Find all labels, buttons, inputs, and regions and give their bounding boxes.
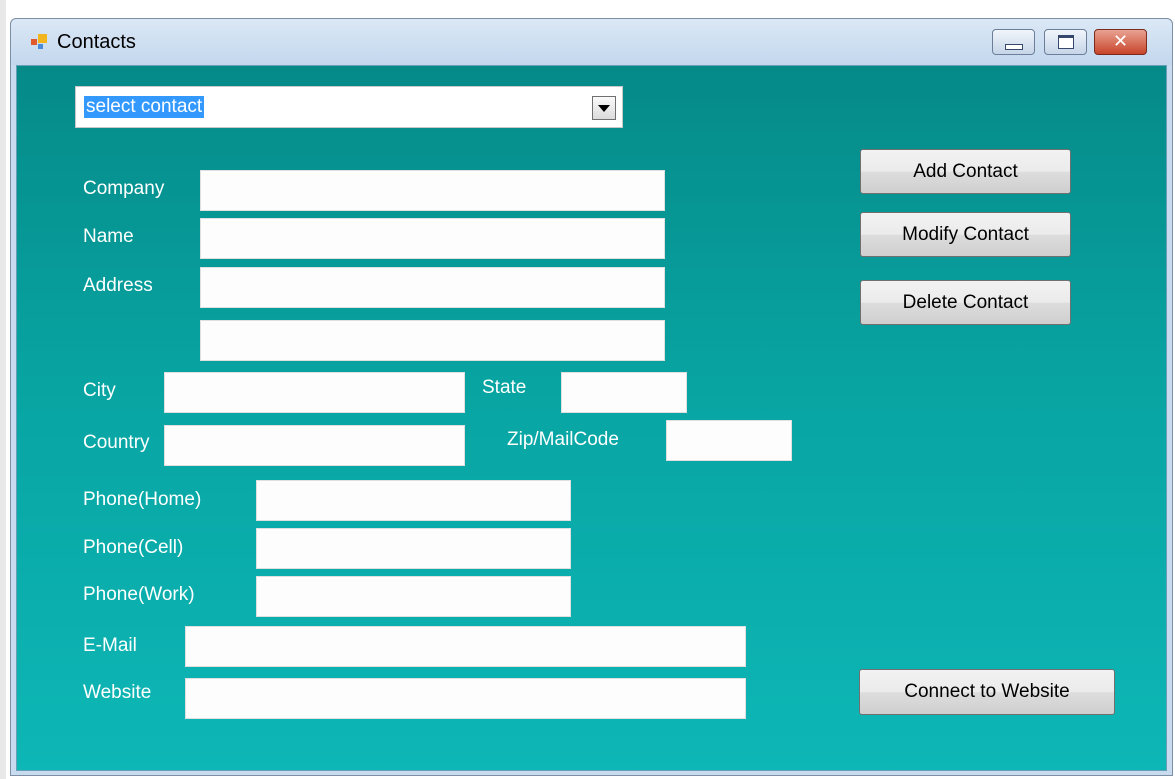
zip-field[interactable] xyxy=(666,420,792,461)
close-button[interactable]: ✕ xyxy=(1094,29,1147,55)
close-icon: ✕ xyxy=(1112,31,1129,52)
city-label: City xyxy=(83,380,116,401)
state-label: State xyxy=(482,377,527,398)
maximize-icon xyxy=(1057,35,1074,49)
add-contact-button[interactable]: Add Contact xyxy=(860,149,1071,194)
maximize-button[interactable] xyxy=(1044,29,1087,55)
company-field[interactable] xyxy=(200,170,665,211)
contact-select[interactable]: select contact xyxy=(75,86,623,128)
dropdown-button[interactable] xyxy=(592,96,616,120)
form-client-area: select contact Company Name Address City… xyxy=(16,65,1167,771)
minimize-icon xyxy=(1004,44,1023,50)
state-field[interactable] xyxy=(561,372,687,413)
address-line1-field[interactable] xyxy=(200,267,665,308)
app-window-icon xyxy=(31,34,49,50)
window-title: Contacts xyxy=(57,31,136,53)
zip-label: Zip/MailCode xyxy=(507,429,619,450)
website-label: Website xyxy=(83,682,152,703)
minimize-button[interactable] xyxy=(992,29,1035,55)
phone-home-label: Phone(Home) xyxy=(83,489,202,510)
connect-to-website-button[interactable]: Connect to Website xyxy=(859,669,1115,715)
chevron-down-icon xyxy=(598,104,610,112)
title-bar[interactable]: Contacts ✕ xyxy=(11,19,1172,65)
desktop-edge xyxy=(0,0,6,779)
delete-contact-button[interactable]: Delete Contact xyxy=(860,280,1071,325)
email-field[interactable] xyxy=(185,626,746,667)
contact-select-value: select contact xyxy=(84,96,205,118)
name-label: Name xyxy=(83,226,134,247)
name-field[interactable] xyxy=(200,218,665,259)
city-field[interactable] xyxy=(164,372,465,413)
phone-work-field[interactable] xyxy=(256,576,571,617)
address-line2-field[interactable] xyxy=(200,320,665,361)
company-label: Company xyxy=(83,178,165,199)
phone-work-label: Phone(Work) xyxy=(83,584,195,605)
phone-home-field[interactable] xyxy=(256,480,571,521)
contacts-window: Contacts ✕ select contact Company Name A… xyxy=(10,18,1173,776)
modify-contact-button[interactable]: Modify Contact xyxy=(860,212,1071,257)
email-label: E-Mail xyxy=(83,635,137,656)
address-label: Address xyxy=(83,275,153,296)
country-label: Country xyxy=(83,432,150,453)
phone-cell-label: Phone(Cell) xyxy=(83,537,184,558)
website-field[interactable] xyxy=(185,678,746,719)
country-field[interactable] xyxy=(164,425,465,466)
phone-cell-field[interactable] xyxy=(256,528,571,569)
